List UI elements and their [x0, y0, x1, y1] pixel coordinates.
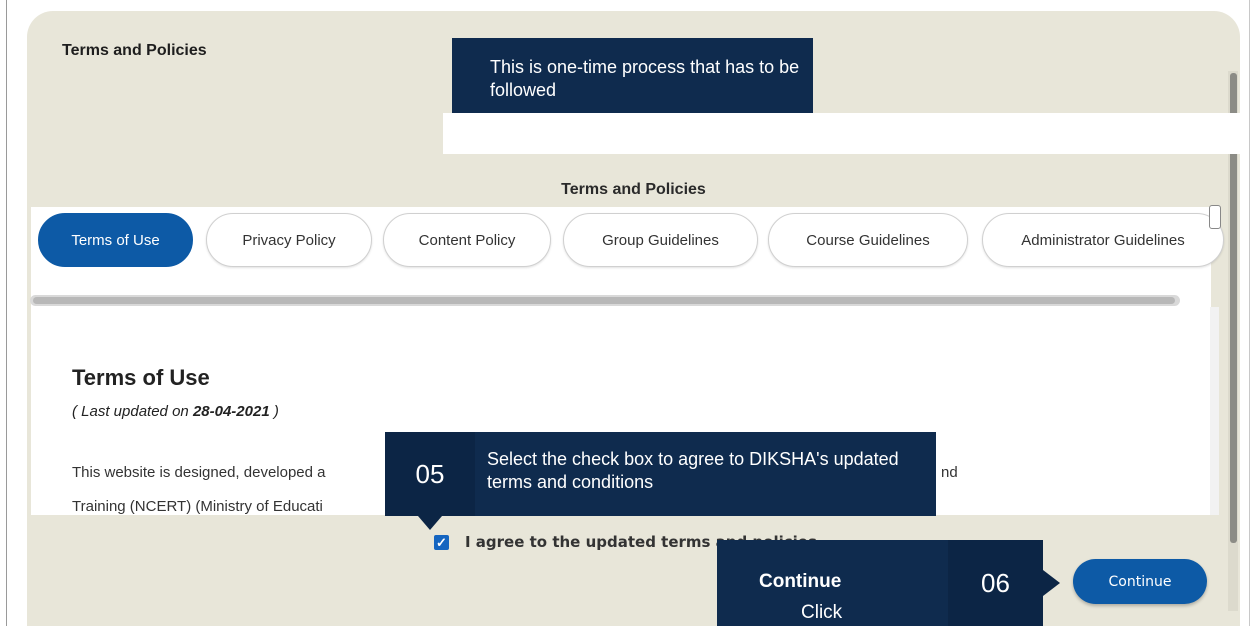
- content-scrollbar[interactable]: [1210, 307, 1219, 515]
- terms-paragraph-line2: Training (NCERT) (Ministry of Educati: [72, 498, 323, 515]
- step-6-text: Click Continue: [759, 571, 842, 623]
- last-updated-prefix: ( Last updated on: [72, 403, 193, 420]
- tab-terms-of-use[interactable]: Terms of Use: [38, 213, 193, 267]
- section-heading: Terms and Policies: [561, 181, 706, 198]
- terms-paragraph-line1-tail: nd: [941, 464, 958, 481]
- callout-step-6: Click Continue: [717, 540, 948, 626]
- tab-content-policy[interactable]: Content Policy: [383, 213, 551, 267]
- background-edge: [6, 0, 7, 626]
- terms-paragraph-line1: This website is designed, developed a: [72, 464, 326, 481]
- last-updated-suffix: ): [269, 403, 279, 420]
- callout-one-time-text: This is one-time process that has to be …: [490, 57, 800, 100]
- tabs-vertical-scrollbar[interactable]: [1209, 205, 1221, 229]
- last-updated: ( Last updated on 28-04-2021 ): [72, 403, 279, 420]
- step-6-pointer: [1043, 570, 1060, 596]
- tab-privacy-policy[interactable]: Privacy Policy: [206, 213, 372, 267]
- tab-group-guidelines[interactable]: Group Guidelines: [563, 213, 758, 267]
- background-edge-right: [1249, 0, 1250, 626]
- step-6-prefix: Click: [801, 602, 843, 623]
- step-5-text: Select the check box to agree to DIKSHA'…: [487, 449, 899, 492]
- step-6-bold: Continue: [759, 571, 842, 592]
- terms-title: Terms of Use: [72, 365, 210, 390]
- annotation-mask: [443, 113, 1240, 154]
- last-updated-date: 28-04-2021: [192, 403, 270, 420]
- tab-administrator-guidelines[interactable]: Administrator Guidelines: [982, 213, 1224, 267]
- tab-course-guidelines[interactable]: Course Guidelines: [768, 213, 968, 267]
- step-5-pointer: [418, 516, 442, 530]
- agree-checkbox[interactable]: ✓: [434, 535, 449, 550]
- continue-button[interactable]: Continue: [1073, 559, 1207, 604]
- callout-one-time-note: This is one-time process that has to be …: [452, 38, 813, 113]
- modal-title: Terms and Policies: [62, 42, 207, 59]
- step-6-number: 06: [948, 540, 1043, 626]
- tabs-scrollbar-thumb[interactable]: [33, 297, 1175, 304]
- callout-step-5: 05 Select the check box to agree to DIKS…: [385, 432, 936, 516]
- step-5-number: 05: [385, 432, 475, 516]
